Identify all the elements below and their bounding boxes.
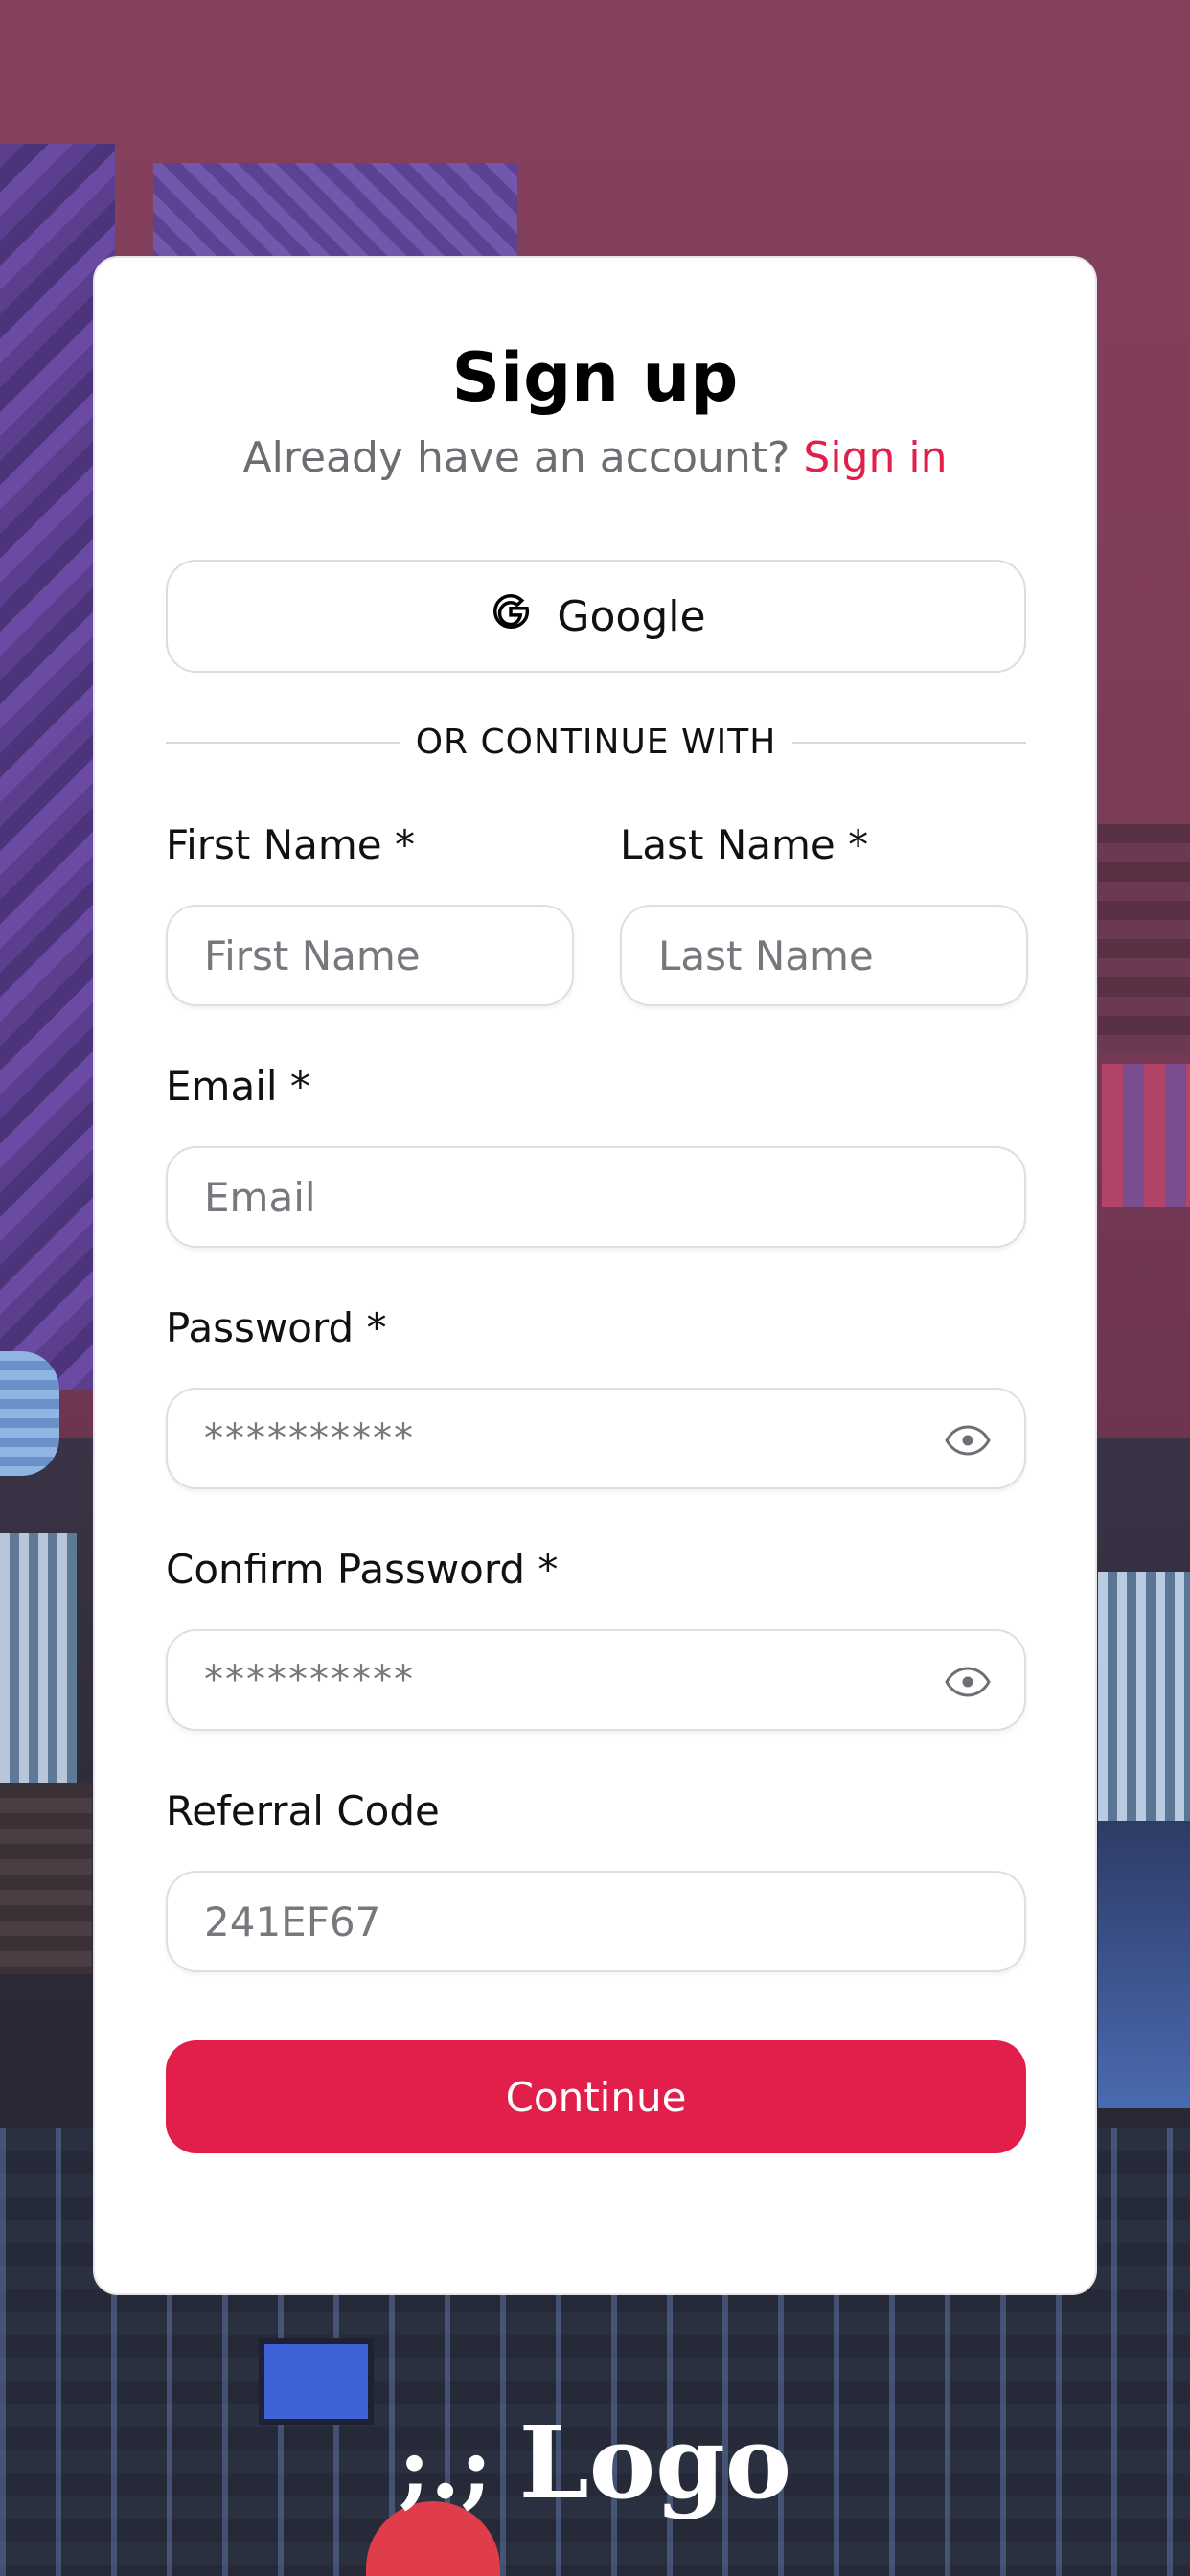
logo-text: Logo bbox=[518, 2404, 792, 2521]
first-name-label: First Name * bbox=[166, 821, 415, 868]
google-button-label: Google bbox=[557, 591, 706, 641]
divider-text: OR CONTINUE WITH bbox=[415, 723, 777, 762]
signup-card: Sign up Already have an account? Sign in… bbox=[93, 256, 1097, 2295]
google-icon bbox=[486, 586, 536, 647]
confirm-password-input[interactable]: ********** bbox=[166, 1629, 1026, 1731]
email-label: Email * bbox=[166, 1063, 310, 1110]
shop-wall-left bbox=[0, 1782, 92, 1974]
signin-prompt: Already have an account? Sign in bbox=[95, 433, 1095, 482]
password-label: Password * bbox=[166, 1304, 387, 1351]
signin-link[interactable]: Sign in bbox=[803, 433, 947, 482]
divider: OR CONTINUE WITH bbox=[166, 718, 1026, 766]
password-input[interactable]: ********** bbox=[166, 1388, 1026, 1489]
brand-logo: ;.; Logo bbox=[0, 2405, 1190, 2525]
confirm-password-label: Confirm Password * bbox=[166, 1546, 559, 1593]
signin-prompt-text: Already have an account? bbox=[242, 433, 790, 482]
referral-code-label: Referral Code bbox=[166, 1787, 440, 1834]
divider-line-right bbox=[792, 742, 1026, 744]
shop-front-left bbox=[0, 1533, 77, 1782]
eye-icon[interactable] bbox=[944, 1418, 992, 1462]
shop-front-right bbox=[1098, 1572, 1190, 1821]
first-name-input[interactable]: First Name bbox=[166, 905, 574, 1006]
shop-awning bbox=[1102, 1064, 1190, 1208]
page-title: Sign up bbox=[451, 338, 739, 417]
referral-code-placeholder: 241EF67 bbox=[204, 1898, 381, 1945]
last-name-input[interactable]: Last Name bbox=[620, 905, 1028, 1006]
last-name-label: Last Name * bbox=[620, 821, 869, 868]
last-name-placeholder: Last Name bbox=[658, 932, 874, 979]
first-name-placeholder: First Name bbox=[204, 932, 421, 979]
confirm-password-placeholder: ********** bbox=[204, 1658, 415, 1702]
google-signin-button[interactable]: Google bbox=[166, 560, 1026, 673]
referral-code-input[interactable]: 241EF67 bbox=[166, 1871, 1026, 1972]
shop-wall-right bbox=[1098, 1821, 1190, 2108]
cherry-tree-canopy bbox=[153, 163, 517, 268]
email-placeholder: Email bbox=[204, 1173, 316, 1221]
password-placeholder: ********** bbox=[204, 1416, 415, 1460]
building-roof bbox=[1098, 824, 1190, 1054]
paper-lantern bbox=[0, 1351, 59, 1476]
email-input[interactable]: Email bbox=[166, 1146, 1026, 1248]
continue-button[interactable]: Continue bbox=[166, 2040, 1026, 2153]
eye-icon[interactable] bbox=[944, 1660, 992, 1704]
divider-line-left bbox=[166, 742, 400, 744]
logo-mark: ;.; bbox=[398, 2417, 492, 2518]
